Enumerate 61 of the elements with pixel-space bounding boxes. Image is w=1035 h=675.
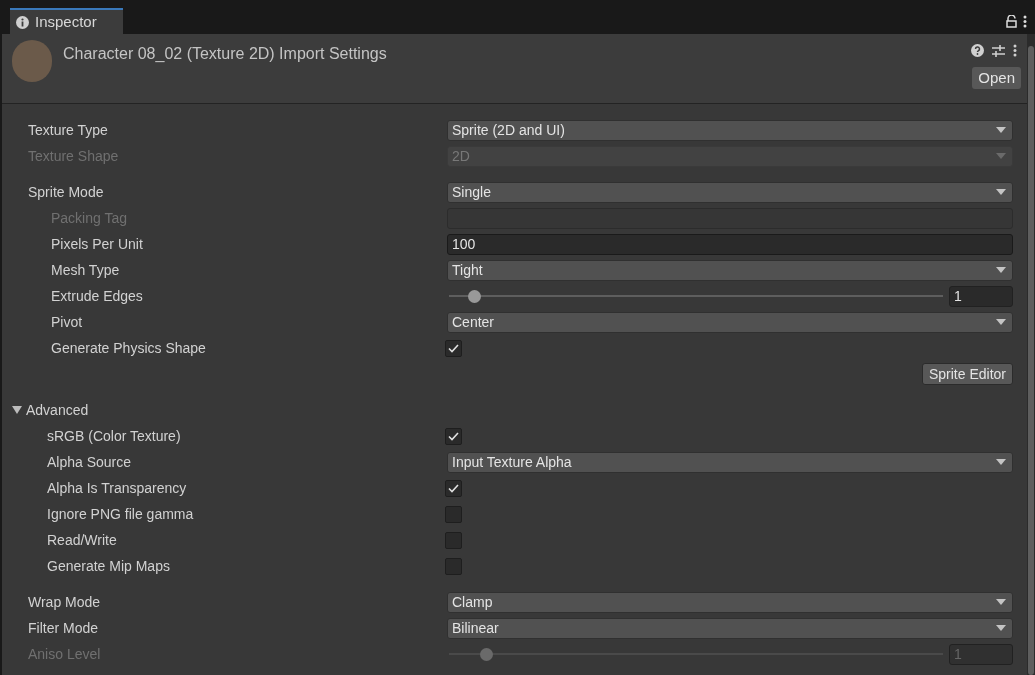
dropdown[interactable]: Input Texture Alpha — [447, 451, 1013, 473]
dropdown-caret-icon — [996, 153, 1006, 159]
number-field[interactable]: 1 — [949, 285, 1013, 307]
field-label: Pivot — [51, 314, 83, 330]
field-label: Generate Physics Shape — [51, 340, 206, 356]
field-label: Extrude Edges — [51, 288, 143, 304]
dropdown[interactable]: Center — [447, 311, 1013, 333]
info-icon — [16, 15, 29, 29]
checkbox[interactable] — [445, 479, 462, 497]
checkmark-icon — [448, 483, 459, 493]
lock-icon[interactable] — [1006, 14, 1017, 28]
field-label: Sprite Mode — [28, 184, 104, 200]
text-field[interactable]: 100 — [447, 233, 1013, 255]
field-label: Texture Type — [28, 122, 108, 138]
slider-track[interactable] — [449, 289, 943, 303]
slider-track[interactable] — [449, 647, 943, 661]
slider-handle[interactable] — [467, 289, 481, 303]
sprite-editor-button[interactable]: Sprite Editor — [921, 363, 1013, 385]
field-label: Ignore PNG file gamma — [47, 506, 194, 522]
field-label: Mesh Type — [51, 262, 120, 278]
field-label: Filter Mode — [28, 620, 99, 636]
checkbox[interactable] — [445, 531, 462, 549]
dropdown-caret-icon — [996, 625, 1006, 631]
field-label: sRGB (Color Texture) — [47, 428, 181, 444]
dropdown[interactable]: Sprite (2D and UI) — [447, 119, 1013, 141]
dropdown-caret-icon — [996, 319, 1006, 325]
checkbox[interactable] — [445, 557, 462, 575]
checkmark-icon — [448, 343, 459, 353]
sliders-icon[interactable] — [992, 44, 1005, 57]
open-button[interactable]: Open — [972, 67, 1021, 89]
dropdown-caret-icon — [996, 599, 1006, 605]
field-label: Pixels Per Unit — [51, 236, 143, 252]
field-label: Read/Write — [47, 532, 117, 548]
foldout-arrow-icon — [12, 406, 22, 414]
scrollbar[interactable] — [1027, 34, 1035, 675]
dropdown-caret-icon — [996, 459, 1006, 465]
field-label: Texture Shape — [28, 148, 119, 164]
dropdown-caret-icon — [996, 267, 1006, 273]
field-label: Generate Mip Maps — [47, 558, 170, 574]
field-label: Alpha Source — [47, 454, 132, 470]
more-options-icon[interactable] — [1023, 14, 1027, 28]
dropdown-caret-icon — [996, 127, 1006, 133]
dropdown-caret-icon — [996, 189, 1006, 195]
checkbox[interactable] — [445, 505, 462, 523]
help-icon[interactable] — [971, 44, 984, 57]
inspector-title: Character 08_02 (Texture 2D) Import Settings — [63, 44, 388, 64]
texture-thumbnail — [12, 40, 52, 82]
dropdown[interactable]: Tight — [447, 259, 1013, 281]
more-options-icon[interactable] — [1013, 44, 1017, 57]
field-label: Wrap Mode — [28, 594, 101, 610]
checkmark-icon — [448, 431, 459, 441]
dropdown[interactable]: Clamp — [447, 591, 1013, 613]
field-label: Alpha Is Transparency — [47, 480, 187, 496]
dropdown[interactable]: Bilinear — [447, 617, 1013, 639]
foldout-header[interactable]: Advanced — [12, 397, 89, 423]
field-label: Packing Tag — [51, 210, 127, 226]
inspector-tab[interactable]: Inspector — [10, 8, 123, 34]
checkbox[interactable] — [445, 339, 462, 357]
field-label: Aniso Level — [28, 646, 101, 662]
checkbox[interactable] — [445, 427, 462, 445]
dropdown[interactable]: Single — [447, 181, 1013, 203]
